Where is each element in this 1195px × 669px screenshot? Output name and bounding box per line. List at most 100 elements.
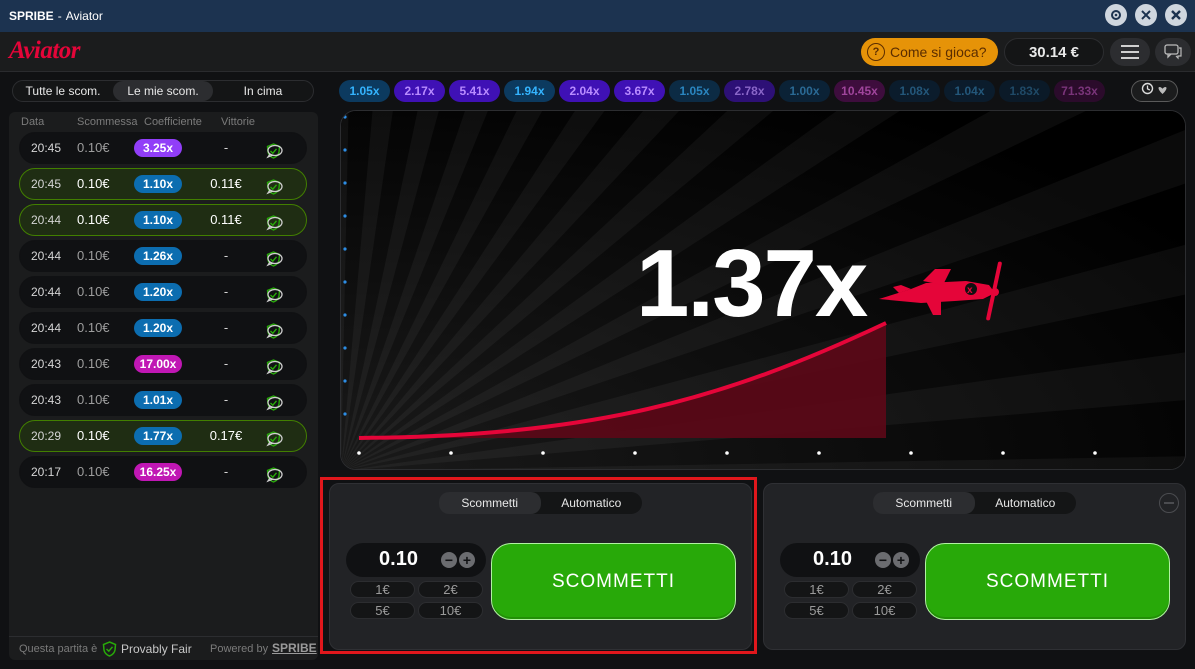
- y-axis-dot: [343, 313, 347, 317]
- bet-coefficient: 1.10x: [134, 175, 182, 193]
- col-stake: Scommessa: [77, 116, 138, 128]
- settings-icon[interactable]: [1105, 4, 1127, 26]
- quick-amount-2[interactable]: 2€: [852, 581, 917, 598]
- bet-coefficient: 1.01x: [134, 391, 182, 409]
- minimize-icon[interactable]: [1135, 4, 1157, 26]
- window-title: Aviator: [65, 9, 103, 23]
- y-axis-dot: [343, 214, 347, 218]
- balance-display: 30.14 €: [1004, 38, 1104, 66]
- x-axis-dot: [817, 451, 821, 455]
- game-header: Aviator ? Come si gioca? 30.14 €: [0, 32, 1195, 72]
- chat-bubble-icon[interactable]: [266, 248, 283, 278]
- y-axis-dot: [343, 148, 347, 152]
- bet-stake: 0.10€: [77, 392, 110, 407]
- tab-my-bets[interactable]: Le mie scom.: [113, 81, 213, 101]
- spribe-logo[interactable]: SPRIBE: [272, 641, 317, 655]
- bet-stake: 0.10€: [77, 320, 110, 335]
- quick-amount-10[interactable]: 10€: [852, 602, 917, 619]
- remove-panel-icon[interactable]: [1159, 493, 1179, 513]
- bet-coefficient: 1.26x: [134, 247, 182, 265]
- y-axis-dot: [343, 280, 347, 284]
- history-multiplier[interactable]: 1.05x: [339, 80, 390, 102]
- bet-cashout: -: [223, 140, 229, 155]
- provably-fair-link[interactable]: Provably Fair: [121, 642, 192, 656]
- history-multiplier[interactable]: 1.00x: [779, 80, 830, 102]
- tab-bet[interactable]: Scommetti: [439, 492, 541, 514]
- history-multiplier[interactable]: 2.78x: [724, 80, 775, 102]
- chat-bubble-icon[interactable]: [266, 464, 283, 494]
- tab-top[interactable]: In cima: [213, 81, 313, 101]
- history-multiplier[interactable]: 2.04x: [559, 80, 610, 102]
- place-bet-button[interactable]: SCOMMETTI: [491, 543, 736, 620]
- provably-fair-label: Questa partita è: [19, 643, 98, 655]
- stake-value[interactable]: 0.10: [356, 548, 441, 571]
- history-toggle-button[interactable]: [1131, 80, 1178, 102]
- history-multiplier[interactable]: 3.67x: [614, 80, 665, 102]
- aviator-window: { "window": { "brand": "SPRIBE", "separa…: [0, 0, 1195, 669]
- svg-text:x: x: [967, 285, 973, 296]
- tab-bet[interactable]: Scommetti: [873, 492, 975, 514]
- chat-bubble-icon[interactable]: [266, 392, 283, 422]
- y-axis-dot: [343, 115, 347, 119]
- quick-amount-2[interactable]: 2€: [418, 581, 483, 598]
- bet-row: 20:44 0.10€ 1.20x -: [19, 276, 307, 308]
- minus-icon[interactable]: −: [875, 552, 891, 568]
- powered-by-label: Powered by: [210, 643, 269, 655]
- x-axis-dot: [541, 451, 545, 455]
- history-multiplier[interactable]: 71.33x: [1054, 80, 1105, 102]
- chat-bubble-icon[interactable]: [266, 176, 283, 206]
- bet-stake: 0.10€: [77, 212, 110, 227]
- tab-all-bets[interactable]: Tutte le scom.: [13, 81, 113, 101]
- col-date: Data: [21, 116, 45, 128]
- plus-icon[interactable]: +: [459, 552, 475, 568]
- bet-time: 20:17: [31, 465, 62, 479]
- history-multiplier[interactable]: 2.17x: [394, 80, 445, 102]
- bet-time: 20:44: [31, 285, 62, 299]
- bet-cashout: -: [223, 248, 229, 263]
- place-bet-button[interactable]: SCOMMETTI: [925, 543, 1170, 620]
- x-axis-dot: [357, 451, 361, 455]
- bet-row: 20:17 0.10€ 16.25x -: [19, 456, 307, 488]
- stake-input[interactable]: 0.10 − +: [780, 543, 920, 577]
- plus-icon[interactable]: +: [893, 552, 909, 568]
- chat-icon[interactable]: [1155, 38, 1191, 66]
- quick-amount-1[interactable]: 1€: [350, 581, 415, 598]
- stake-value[interactable]: 0.10: [790, 548, 875, 571]
- current-multiplier: 1.37x: [636, 230, 868, 337]
- bets-table-header: Data Scommessa Coefficiente Vittorie: [21, 116, 311, 130]
- chat-bubble-icon[interactable]: [266, 212, 283, 242]
- chat-bubble-icon[interactable]: [266, 356, 283, 386]
- history-multiplier[interactable]: 1.08x: [889, 80, 940, 102]
- tab-auto[interactable]: Automatico: [975, 492, 1077, 514]
- y-axis-dot: [343, 247, 347, 251]
- quick-amount-1[interactable]: 1€: [784, 581, 849, 598]
- quick-amount-5[interactable]: 5€: [784, 602, 849, 619]
- history-multiplier[interactable]: 1.04x: [944, 80, 995, 102]
- chat-bubble-icon[interactable]: [266, 428, 283, 458]
- chevron-down-icon: [1157, 82, 1168, 100]
- stake-input[interactable]: 0.10 − +: [346, 543, 486, 577]
- hamburger-icon[interactable]: [1110, 38, 1150, 66]
- chat-bubble-icon[interactable]: [266, 140, 283, 170]
- bet-cashout: -: [223, 464, 229, 479]
- bet-panel-1: Scommetti Automatico 0.10 − + 1€ 2€ 5€ 1…: [329, 483, 752, 650]
- bet-time: 20:43: [31, 393, 62, 407]
- tab-auto[interactable]: Automatico: [541, 492, 643, 514]
- how-to-play-button[interactable]: ? Come si gioca?: [861, 38, 998, 66]
- bet-time: 20:43: [31, 357, 62, 371]
- chat-bubble-icon[interactable]: [266, 320, 283, 350]
- quick-amount-10[interactable]: 10€: [418, 602, 483, 619]
- history-multiplier[interactable]: 1.83x: [999, 80, 1050, 102]
- history-multiplier[interactable]: 1.05x: [669, 80, 720, 102]
- bet-coefficient: 17.00x: [134, 355, 182, 373]
- chat-bubble-icon[interactable]: [266, 284, 283, 314]
- history-multiplier[interactable]: 10.45x: [834, 80, 885, 102]
- how-to-play-label: Come si gioca?: [890, 44, 987, 60]
- minus-icon[interactable]: −: [441, 552, 457, 568]
- close-icon[interactable]: [1165, 4, 1187, 26]
- quick-amount-5[interactable]: 5€: [350, 602, 415, 619]
- history-multiplier[interactable]: 5.41x: [449, 80, 500, 102]
- shield-check-icon[interactable]: [102, 641, 117, 660]
- history-multiplier[interactable]: 1.94x: [504, 80, 555, 102]
- bet-row: 20:43 0.10€ 17.00x -: [19, 348, 307, 380]
